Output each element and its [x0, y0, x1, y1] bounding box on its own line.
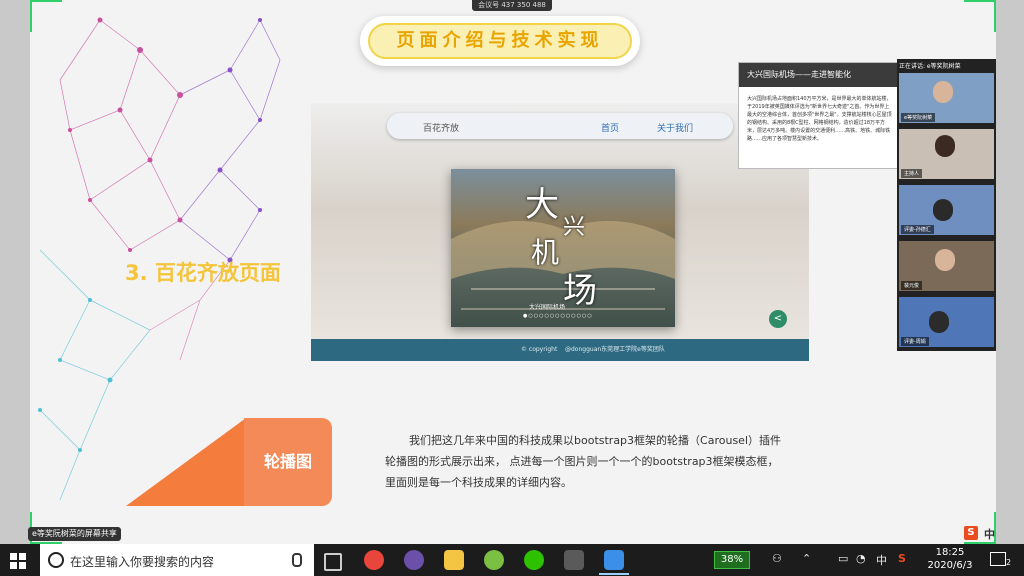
carousel-tag: 轮播图 — [244, 418, 332, 506]
participant-video — [929, 311, 949, 333]
participant-name: 裴元俊 — [901, 281, 923, 290]
participant-video — [933, 81, 953, 103]
participant-name: e等奖阮树菜 — [901, 113, 936, 122]
active-app-indicator — [599, 573, 629, 575]
screen-share-view: 会议号 437 350 488 页面介绍与技术实现 3. 百花齐放页面 百花齐放… — [0, 0, 1024, 544]
participant-tile[interactable]: 评委-周娟 — [899, 297, 994, 347]
participants-panel: 正在讲话: e等奖阮树菜 e等奖阮树菜 主持人 评委-孙德汇 裴元俊 评委-周娟 — [897, 59, 996, 351]
site-brand: 百花齐放 — [423, 124, 460, 134]
clock-date: 2020/6/3 — [927, 560, 973, 571]
task-view-icon[interactable] — [324, 553, 342, 571]
slide-title-pill: 页面介绍与技术实现 — [360, 16, 640, 66]
mic-icon[interactable] — [292, 553, 302, 567]
orange-triangle-decoration — [126, 418, 246, 506]
share-frame-corner — [964, 0, 996, 32]
footer-copyright: © copyright — [521, 346, 558, 353]
app-icon[interactable] — [484, 550, 504, 570]
network-icon[interactable]: ▭ — [838, 552, 848, 565]
site-navbar: 百花齐放 首页 关于我们 — [387, 113, 733, 139]
participant-video — [935, 135, 955, 157]
notification-count: 2 — [1006, 558, 1012, 567]
input-language[interactable]: 中 — [876, 552, 887, 568]
meeting-id-label: 会议号 437 350 488 — [472, 0, 552, 11]
system-clock[interactable]: 18:25 2020/6/3 — [922, 546, 978, 572]
nav-link-home: 首页 — [601, 124, 620, 134]
carousel-char-1: 大 — [525, 185, 559, 225]
taskbar-search[interactable]: 在这里输入你要搜索的内容 — [40, 544, 314, 576]
footer-credit: @dongguan东莞理工学院e等奖团队 — [565, 346, 665, 353]
tencent-meeting-icon[interactable] — [604, 550, 624, 570]
media-player-icon[interactable] — [404, 550, 424, 570]
ime-toolbar[interactable]: S 中 — [962, 524, 1022, 542]
chevron-up-icon[interactable]: ⌃ — [802, 552, 811, 565]
taskbar: 在这里输入你要搜索的内容 38% ⚇ ⌃ ▭ ◔ 中 S 18:25 2020/… — [0, 544, 1024, 576]
screen-share-bar[interactable]: e等奖阮树菜的屏幕共享 — [28, 527, 121, 541]
participant-tile[interactable]: e等奖阮树菜 — [899, 73, 994, 123]
info-card-body: 大兴国际机场占地面积140万平方米，是世界最大的单体航站楼，于2019年被英国媒… — [747, 96, 892, 142]
slide-title: 页面介绍与技术实现 — [368, 23, 632, 59]
file-explorer-icon[interactable] — [444, 550, 464, 570]
share-frame-corner — [30, 0, 62, 32]
clock-time: 18:25 — [935, 547, 965, 558]
ime-language[interactable]: 中 — [984, 526, 995, 542]
website-screenshot: 百花齐放 首页 关于我们 大 兴 机 场 大兴国际机场 ●○○○○○○○○○○○… — [311, 103, 809, 361]
nav-link-about: 关于我们 — [657, 124, 694, 134]
participant-tile[interactable]: 评委-孙德汇 — [899, 185, 994, 235]
section-label: 3. 百花齐放页面 — [125, 261, 281, 285]
wechat-icon[interactable] — [524, 550, 544, 570]
search-placeholder: 在这里输入你要搜索的内容 — [70, 555, 215, 569]
carousel-char-2: 兴 — [563, 215, 586, 240]
battery-indicator[interactable]: 38% — [714, 551, 750, 569]
carousel-char-4: 场 — [563, 271, 597, 311]
sogou-icon: S — [964, 526, 978, 540]
participant-video — [935, 249, 955, 271]
participant-name: 评委-周娟 — [901, 337, 929, 346]
carousel-indicators: ●○○○○○○○○○○○○ — [523, 313, 593, 319]
share-icon: < — [769, 310, 787, 328]
people-icon[interactable]: ⚇ — [772, 552, 782, 565]
app-icon[interactable] — [564, 550, 584, 570]
windows-start-icon[interactable] — [10, 553, 26, 569]
carousel-caption: 大兴国际机场 — [529, 304, 566, 311]
sogou-tray-icon[interactable]: S — [898, 552, 906, 565]
participant-video — [933, 199, 953, 221]
participant-tile[interactable]: 主持人 — [899, 129, 994, 179]
active-speaker-label: 正在讲话: e等奖阮树菜 — [899, 63, 961, 70]
info-card: 大兴国际机场——走进智能化 大兴国际机场占地面积140万平方米，是世界最大的单体… — [738, 62, 900, 169]
carousel-char-3: 机 — [531, 236, 560, 269]
wifi-icon[interactable]: ◔ — [856, 552, 866, 565]
cortana-icon — [48, 552, 64, 568]
participant-name: 评委-孙德汇 — [901, 225, 934, 234]
info-card-title: 大兴国际机场——走进智能化 — [739, 63, 899, 87]
notification-icon[interactable] — [990, 552, 1006, 566]
carousel-image: 大 兴 机 场 大兴国际机场 ●○○○○○○○○○○○○ — [451, 169, 675, 327]
chrome-icon[interactable] — [364, 550, 384, 570]
participant-name: 主持人 — [901, 169, 923, 178]
site-footer: © copyright @dongguan东莞理工学院e等奖团队 — [311, 339, 809, 361]
slide-paragraph: 我们把这几年来中国的科技成果以bootstrap3框架的轮播（Carousel）… — [385, 434, 782, 489]
participant-tile[interactable]: 裴元俊 — [899, 241, 994, 291]
